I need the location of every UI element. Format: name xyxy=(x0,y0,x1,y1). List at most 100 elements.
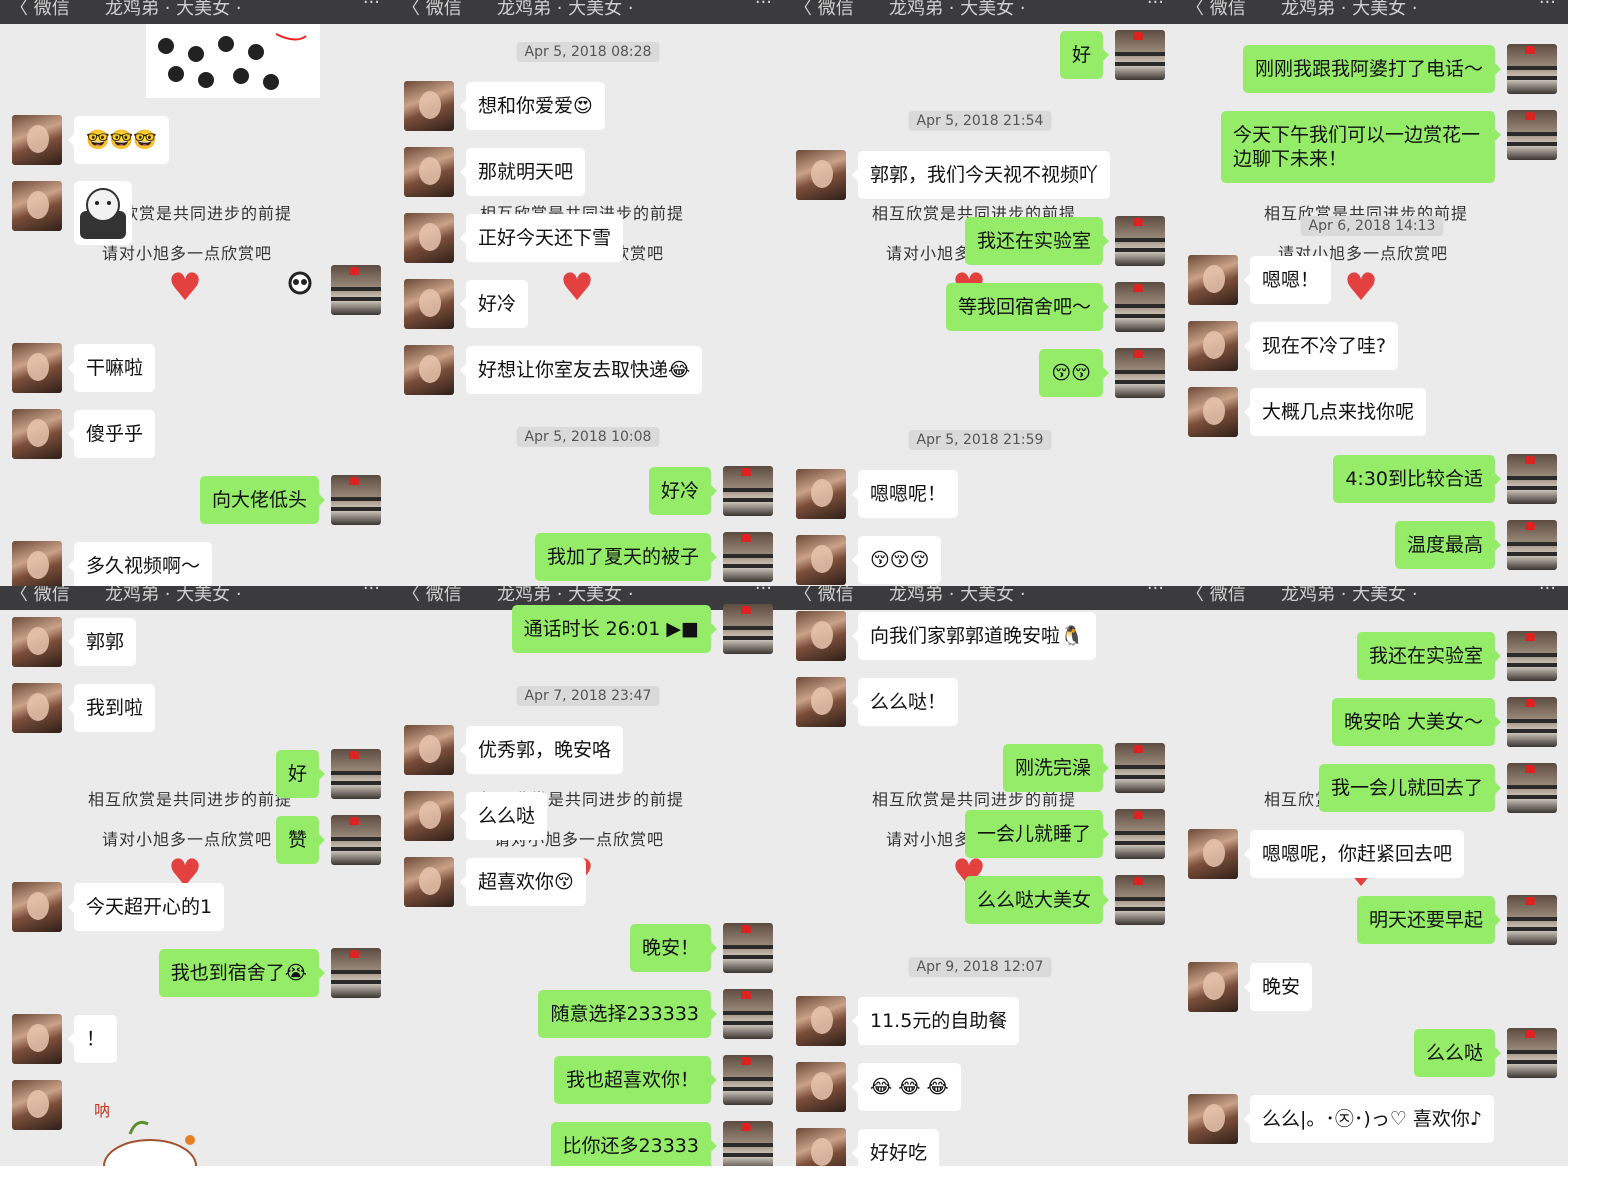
message-bubble[interactable]: 11.5元的自助餐 xyxy=(851,997,1020,1045)
message-bubble[interactable]: 明天还要早起 xyxy=(1356,896,1502,944)
message-bubble[interactable]: 嗯嗯！ xyxy=(1243,256,1332,304)
message-bubble[interactable]: 赞 xyxy=(275,816,326,864)
my-avatar[interactable] xyxy=(1507,44,1557,94)
contact-avatar[interactable] xyxy=(796,996,846,1046)
contact-avatar[interactable] xyxy=(404,791,454,841)
my-avatar[interactable] xyxy=(1115,216,1165,266)
back-button[interactable]: 〈 微信 xyxy=(402,0,462,20)
message-bubble[interactable]: 么么哒 xyxy=(459,792,548,840)
contact-avatar[interactable] xyxy=(796,677,846,727)
contact-avatar[interactable] xyxy=(1188,829,1238,879)
message-bubble[interactable]: 今天下午我们可以一边赏花一边聊下未来！ xyxy=(1221,111,1501,183)
my-avatar[interactable] xyxy=(1507,631,1557,681)
contact-avatar[interactable] xyxy=(12,617,62,667)
more-options-icon[interactable]: ··· xyxy=(755,586,772,599)
message-bubble[interactable]: 我也到宿舍了😭 xyxy=(158,949,326,997)
my-avatar[interactable] xyxy=(331,475,381,525)
my-avatar[interactable] xyxy=(723,466,773,516)
message-bubble[interactable]: 比你还多23333 xyxy=(550,1122,718,1166)
message-bubble[interactable]: 正好今天还下雪 xyxy=(459,214,624,262)
contact-avatar[interactable] xyxy=(796,1062,846,1112)
more-options-icon[interactable]: ··· xyxy=(1147,586,1164,599)
message-bubble[interactable]: 我还在实验室 xyxy=(964,217,1110,265)
contact-avatar[interactable] xyxy=(796,1128,846,1166)
message-bubble[interactable]: 😚😚😚 xyxy=(851,536,942,584)
message-bubble[interactable]: 刚刚我跟我阿婆打了电话～ xyxy=(1242,45,1502,93)
sprout-sticker-image[interactable]: 呐 xyxy=(90,1094,210,1166)
contact-avatar[interactable] xyxy=(796,535,846,585)
contact-avatar[interactable] xyxy=(796,150,846,200)
call-duration-bubble[interactable]: 通话时长 26:01 ▶■ xyxy=(511,605,718,653)
my-avatar[interactable] xyxy=(331,265,381,315)
contact-avatar[interactable] xyxy=(1188,387,1238,437)
message-bubble[interactable]: 么么哒！ xyxy=(851,678,959,726)
contact-avatar[interactable] xyxy=(12,115,62,165)
contact-avatar[interactable] xyxy=(404,81,454,131)
my-avatar[interactable] xyxy=(1507,454,1557,504)
message-bubble[interactable]: 超喜欢你😚 xyxy=(460,858,586,906)
message-bubble[interactable]: 嗯嗯呢！ xyxy=(851,470,959,518)
message-bubble[interactable]: 🤓🤓🤓 xyxy=(68,116,169,164)
more-options-icon[interactable]: ··· xyxy=(363,586,380,599)
my-avatar[interactable] xyxy=(1507,763,1557,813)
message-bubble[interactable]: 郭郭，我们今天视不视频吖 xyxy=(851,151,1111,199)
my-avatar[interactable] xyxy=(723,989,773,1039)
my-avatar[interactable] xyxy=(331,948,381,998)
message-bubble[interactable]: 晚安！ xyxy=(629,924,718,972)
message-bubble[interactable]: 我也超喜欢你！ xyxy=(553,1056,718,1104)
my-avatar[interactable] xyxy=(723,532,773,582)
my-avatar[interactable] xyxy=(1507,895,1557,945)
message-bubble[interactable]: 郭郭 xyxy=(67,618,137,666)
contact-avatar[interactable] xyxy=(404,345,454,395)
message-bubble[interactable]: 我到啦 xyxy=(67,684,156,732)
contact-avatar[interactable] xyxy=(404,857,454,907)
message-bubble[interactable]: 我还在实验室 xyxy=(1356,632,1502,680)
message-bubble[interactable]: 好好吃 xyxy=(851,1129,940,1166)
more-options-icon[interactable]: ··· xyxy=(363,0,380,13)
back-button[interactable]: 〈 微信 xyxy=(10,586,70,606)
message-bubble[interactable]: 向大佬低头 xyxy=(199,476,326,524)
message-bubble[interactable]: 么么哒 xyxy=(1413,1029,1502,1077)
message-bubble[interactable]: 随意选择233333 xyxy=(538,990,717,1038)
message-bubble[interactable]: 大概几点来找你呢 xyxy=(1243,388,1427,436)
panda-sticker-image[interactable] xyxy=(146,24,320,98)
contact-avatar[interactable] xyxy=(404,147,454,197)
my-avatar[interactable] xyxy=(1115,743,1165,793)
my-avatar[interactable] xyxy=(723,604,773,654)
message-bubble[interactable]: 一会儿就睡了 xyxy=(964,810,1110,858)
message-bubble[interactable]: 😂 😂 😂 xyxy=(852,1063,961,1111)
back-button[interactable]: 〈 微信 xyxy=(1186,0,1246,20)
back-button[interactable]: 〈 微信 xyxy=(794,0,854,20)
message-bubble[interactable]: 干嘛啦 xyxy=(67,344,156,392)
message-bubble[interactable]: 刚洗完澡 xyxy=(1002,744,1110,792)
contact-avatar[interactable] xyxy=(12,683,62,733)
my-avatar[interactable] xyxy=(723,1121,773,1166)
contact-avatar[interactable] xyxy=(796,469,846,519)
my-avatar[interactable] xyxy=(1115,875,1165,925)
message-bubble[interactable]: 傻乎乎 xyxy=(67,410,156,458)
my-avatar[interactable] xyxy=(331,815,381,865)
message-bubble[interactable]: 那就明天吧 xyxy=(459,148,586,196)
message-bubble[interactable]: ！ xyxy=(67,1015,118,1063)
message-bubble[interactable]: 😚😚 xyxy=(1039,349,1109,397)
message-bubble[interactable]: 好冷 xyxy=(459,280,529,328)
my-avatar[interactable] xyxy=(331,749,381,799)
my-avatar[interactable] xyxy=(1507,110,1557,160)
message-bubble[interactable]: 我一会儿就回去了 xyxy=(1318,764,1502,812)
more-options-icon[interactable]: ··· xyxy=(1147,0,1164,13)
message-bubble[interactable]: 好 xyxy=(1059,31,1110,79)
contact-avatar[interactable] xyxy=(1188,1094,1238,1144)
back-button[interactable]: 〈 微信 xyxy=(402,586,462,606)
my-avatar[interactable] xyxy=(1507,1028,1557,1078)
contact-avatar[interactable] xyxy=(404,213,454,263)
contact-avatar[interactable] xyxy=(12,409,62,459)
contact-avatar[interactable] xyxy=(796,611,846,661)
back-button[interactable]: 〈 微信 xyxy=(1186,586,1246,606)
my-avatar[interactable] xyxy=(1507,697,1557,747)
contact-avatar[interactable] xyxy=(404,279,454,329)
message-bubble[interactable]: 晚安 xyxy=(1243,963,1313,1011)
contact-avatar[interactable] xyxy=(12,1080,62,1130)
my-avatar[interactable] xyxy=(723,1055,773,1105)
message-bubble[interactable]: 么么哒大美女 xyxy=(964,876,1110,924)
message-bubble[interactable]: 等我回宿舍吧～ xyxy=(945,283,1110,331)
